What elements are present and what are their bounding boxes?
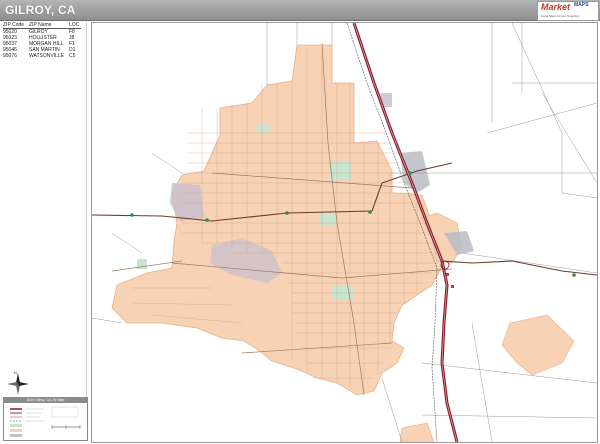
- legend-institution-swatch: [10, 434, 22, 437]
- zip-table-header-row: ZIP Code ZIP Name LOC: [3, 22, 82, 29]
- legend-park-swatch: [10, 424, 22, 427]
- zip-code-panel: ZIP Code ZIP Name LOC 95020 GILROY F8 95…: [3, 22, 87, 412]
- compass-rose-icon: [7, 373, 29, 395]
- title-bar: GILROY, CA Market MAPS Local Maps at you…: [0, 0, 600, 21]
- map-legend: 2019 Gilroy, CA Zip Map: [3, 397, 88, 441]
- compass-north-label: N: [14, 370, 17, 375]
- park-area: [257, 123, 269, 133]
- park-area: [332, 285, 354, 299]
- legend-symbols: [10, 406, 81, 437]
- institutional-area-west: [170, 183, 204, 221]
- table-row: 95076 WATSONVILLE C5: [3, 53, 81, 59]
- park-area: [320, 213, 336, 225]
- zip-code-cell: 95076: [3, 53, 17, 59]
- loc-cell: C5: [69, 53, 76, 59]
- legend-city-swatch: [10, 429, 22, 432]
- logo-tagline: Local Maps at your fingertips: [541, 14, 580, 18]
- logo-sub-text: MAPS: [574, 2, 589, 8]
- city-annex-southeast: [501, 314, 575, 376]
- zip-name-cell: WATSONVILLE: [29, 53, 65, 59]
- map-canvas[interactable]: [91, 22, 598, 443]
- state-highway-route-east: [441, 260, 597, 276]
- logo-main-text: Market: [541, 2, 571, 12]
- city-boundary-area: [111, 44, 445, 396]
- park-area: [330, 161, 352, 179]
- map-svg: [92, 23, 597, 442]
- map-title: GILROY, CA: [5, 3, 76, 17]
- market-maps-logo: Market MAPS Local Maps at your fingertip…: [537, 1, 599, 21]
- zip-code-table: ZIP Code ZIP Name LOC 95020 GILROY F8 95…: [3, 22, 82, 59]
- city-annex-south: [399, 422, 435, 442]
